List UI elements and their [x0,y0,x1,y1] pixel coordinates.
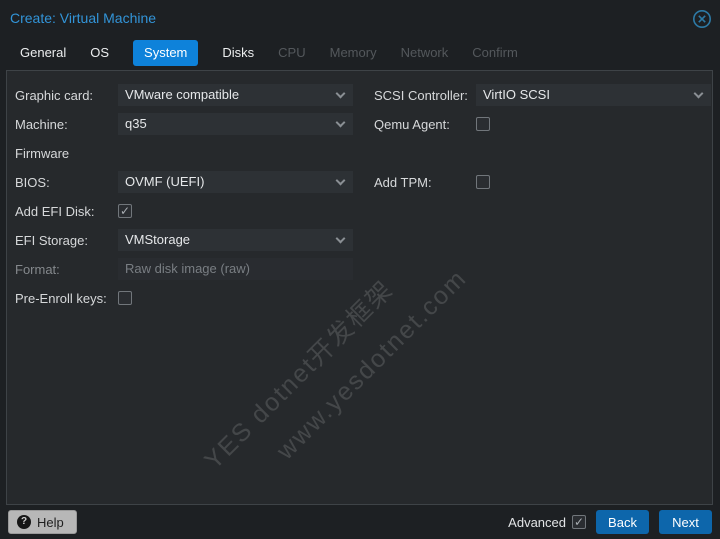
machine-value: q35 [125,116,147,131]
efi-storage-dropdown[interactable]: VMStorage [118,229,353,251]
help-button[interactable]: ? Help [8,510,77,534]
close-icon[interactable] [692,9,712,29]
tab-cpu: CPU [278,40,305,66]
advanced-checkbox[interactable] [572,515,586,529]
dialog-titlebar: Create: Virtual Machine [0,0,720,38]
chevron-down-icon [694,89,704,99]
firmware-section-label: Firmware [15,146,69,161]
question-circle-icon: ? [17,515,31,529]
footer-toolbar: ? Help Advanced Back Next [0,505,720,539]
machine-dropdown[interactable]: q35 [118,113,353,135]
back-button[interactable]: Back [596,510,649,534]
tab-disks[interactable]: Disks [222,40,254,66]
help-button-label: Help [37,515,64,530]
form-row: Graphic card: VMware compatible SCSI Con… [7,84,712,113]
graphic-card-dropdown[interactable]: VMware compatible [118,84,353,106]
add-efi-disk-label: Add EFI Disk: [15,204,94,219]
form-row: Pre-Enroll keys: [7,287,712,316]
chevron-down-icon [336,234,346,244]
tab-os[interactable]: OS [90,40,109,66]
form-row: Machine: q35 Qemu Agent: [7,113,712,142]
dialog-title: Create: Virtual Machine [10,10,156,26]
next-button[interactable]: Next [659,510,712,534]
tab-system[interactable]: System [133,40,198,66]
format-field-disabled: Raw disk image (raw) [118,258,353,280]
form-row: BIOS: OVMF (UEFI) Add TPM: [7,171,712,200]
format-value: Raw disk image (raw) [125,261,250,276]
chevron-down-icon [336,176,346,186]
add-tpm-checkbox[interactable] [476,175,490,189]
form-row: Firmware [7,142,712,171]
wizard-tabbar: General OS System Disks CPU Memory Netwo… [20,40,518,66]
form-row: EFI Storage: VMStorage [7,229,712,258]
scsi-controller-value: VirtIO SCSI [483,87,550,102]
bios-label: BIOS: [15,175,50,190]
scsi-controller-dropdown[interactable]: VirtIO SCSI [476,84,711,106]
qemu-agent-label: Qemu Agent: [374,117,450,132]
chevron-down-icon [336,118,346,128]
form-row: Add EFI Disk: [7,200,712,229]
advanced-label: Advanced [508,515,566,530]
qemu-agent-checkbox[interactable] [476,117,490,131]
pre-enroll-keys-checkbox[interactable] [118,291,132,305]
bios-dropdown[interactable]: OVMF (UEFI) [118,171,353,193]
pre-enroll-keys-label: Pre-Enroll keys: [15,291,107,306]
form-row: Format: Raw disk image (raw) [7,258,712,287]
efi-storage-value: VMStorage [125,232,190,247]
format-label: Format: [15,262,60,277]
chevron-down-icon [336,89,346,99]
efi-storage-label: EFI Storage: [15,233,88,248]
machine-label: Machine: [15,117,68,132]
add-tpm-label: Add TPM: [374,175,432,190]
add-efi-disk-checkbox[interactable] [118,204,132,218]
graphic-card-label: Graphic card: [15,88,93,103]
tab-general[interactable]: General [20,40,66,66]
tab-memory: Memory [330,40,377,66]
tab-confirm: Confirm [472,40,518,66]
bios-value: OVMF (UEFI) [125,174,204,189]
graphic-card-value: VMware compatible [125,87,239,102]
scsi-controller-label: SCSI Controller: [374,88,468,103]
tab-network: Network [401,40,449,66]
system-form-panel: Graphic card: VMware compatible SCSI Con… [6,70,713,505]
